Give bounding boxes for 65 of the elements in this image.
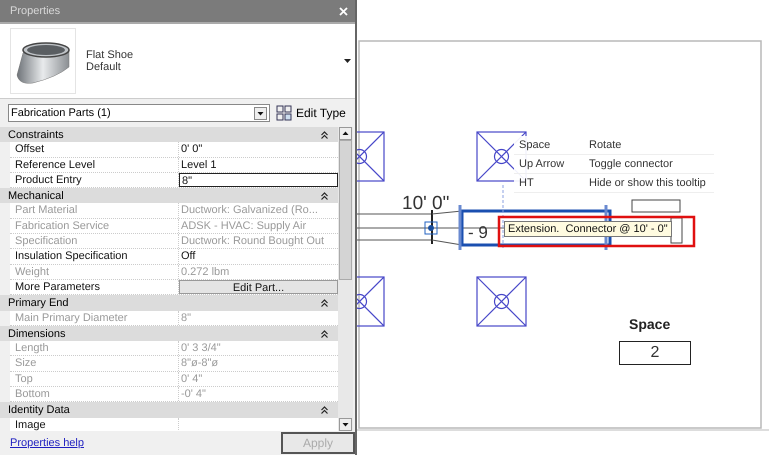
property-value: 0.272 lbm: [180, 264, 230, 279]
property-label: Size: [10, 356, 179, 371]
edit-type-icon: [276, 105, 292, 121]
shortcut-key: HT: [514, 177, 589, 189]
value-field[interactable]: 8": [179, 172, 338, 188]
property-value: 8": [180, 310, 192, 325]
property-value: -0' 4": [180, 387, 207, 402]
property-value: ADSK - HVAC: Supply Air: [180, 218, 308, 234]
type-subname: Default: [86, 61, 122, 73]
panel-title: Properties: [10, 5, 60, 17]
property-label: Part Material: [10, 203, 179, 218]
group-header[interactable]: Mechanical: [0, 188, 338, 204]
help-link[interactable]: Properties help: [10, 437, 84, 449]
property-label: Specification: [10, 234, 179, 248]
diffuser-symbol: [476, 276, 527, 327]
type-name: Flat Shoe: [86, 49, 134, 61]
caret-icon: [344, 59, 351, 63]
property-label: Main Primary Diameter: [10, 310, 179, 325]
group-title: Primary End: [8, 296, 69, 309]
property-value: Ductwork: Galvanized (Ro...: [180, 203, 319, 218]
shortcut-key: Up Arrow: [514, 158, 589, 170]
shortcut-key: Space: [514, 139, 589, 151]
property-value: 0' 3 3/4": [180, 341, 222, 356]
group-title: Constraints: [8, 128, 64, 141]
group-title: Identity Data: [8, 404, 70, 416]
group-header[interactable]: Primary End: [0, 295, 338, 311]
dimension-label: 10' 0": [402, 193, 450, 215]
shortcut-action: Hide or show this tooltip: [589, 177, 706, 189]
property-value: Ductwork: Round Bought Out: [180, 234, 326, 248]
property-value: Off: [180, 249, 196, 264]
scroll-bar[interactable]: [338, 127, 353, 431]
property-label: Top: [10, 372, 179, 386]
group-header[interactable]: Constraints: [0, 127, 338, 142]
dimension-label: - 9: [468, 224, 488, 242]
property-value: 0' 4": [180, 372, 204, 386]
property-label: Bottom: [10, 387, 179, 402]
group-title: Mechanical: [8, 190, 64, 202]
property-value: Level 1: [180, 158, 218, 172]
group-header[interactable]: Dimensions: [0, 326, 338, 342]
edit-part-button[interactable]: Edit Part...: [179, 280, 338, 294]
space-tag-label: Space: [629, 316, 670, 332]
space-tag-number: 2: [619, 341, 691, 365]
connector-tooltip: Extension. Connector @ 10' - 0": [504, 221, 672, 237]
type-selector[interactable]: Flat Shoe Default: [0, 24, 355, 99]
property-label: Length: [10, 341, 179, 356]
scroll-down-icon: [339, 418, 352, 431]
shortcut-action: Toggle connector: [589, 158, 673, 170]
scroll-up-icon: [339, 127, 352, 140]
category-dropdown[interactable]: Fabrication Parts (1): [8, 104, 270, 122]
property-label: Image: [10, 418, 179, 431]
property-label: Offset: [10, 142, 179, 157]
property-value: 0' 0": [180, 142, 204, 157]
property-label: Insulation Specification: [10, 249, 179, 264]
property-label: Weight: [10, 264, 179, 279]
group-header[interactable]: Identity Data: [0, 402, 338, 418]
property-label: Reference Level: [10, 158, 179, 172]
part-thumbnail: [10, 28, 76, 94]
diffuser-symbol: [357, 276, 385, 327]
edit-type-button[interactable]: Edit Type: [270, 105, 346, 121]
property-value: 8"ø-8"ø: [180, 356, 220, 371]
close-button[interactable]: [337, 4, 350, 18]
group-title: Dimensions: [8, 328, 66, 340]
property-label: Fabrication Service: [10, 218, 179, 234]
diffuser-symbol: [357, 131, 385, 182]
shortcut-action: Rotate: [589, 139, 622, 151]
